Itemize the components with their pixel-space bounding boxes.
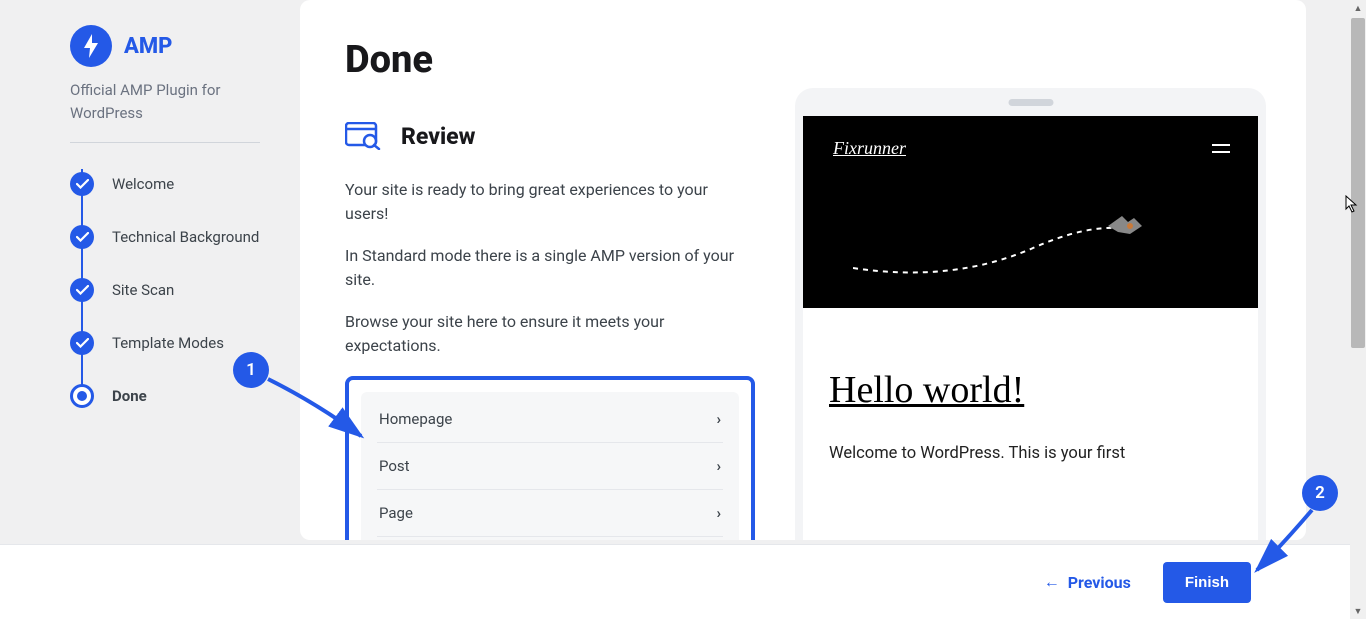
wizard-footer: ← Previous Finish: [0, 544, 1366, 619]
annotation-highlight-box-1: Homepage › Post › Page › Category ›: [345, 376, 755, 540]
chevron-right-icon: ›: [716, 457, 721, 475]
wizard-sidebar: AMP Official AMP Plugin for WordPress We…: [20, 0, 260, 619]
previous-label: Previous: [1068, 573, 1131, 592]
preview-post-body: Hello world! Welcome to WordPress. This …: [803, 308, 1258, 467]
check-icon: [70, 225, 94, 249]
check-icon: [70, 172, 94, 196]
browse-item-homepage[interactable]: Homepage ›: [377, 396, 723, 443]
step-done[interactable]: Done: [70, 369, 260, 422]
review-text-2: In Standard mode there is a single AMP v…: [345, 244, 755, 292]
review-column: Done Review Your site is ready to bring …: [345, 38, 755, 540]
preview-post-excerpt: Welcome to WordPress. This is your first: [829, 442, 1232, 467]
browse-item-category[interactable]: Category ›: [377, 537, 723, 540]
preview-site-header: Fixrunner: [803, 116, 1258, 308]
browse-item-page[interactable]: Page ›: [377, 490, 723, 537]
review-text-3: Browse your site here to ensure it meets…: [345, 310, 755, 358]
step-label: Done: [112, 387, 147, 405]
browse-list: Homepage › Post › Page › Category ›: [361, 392, 739, 540]
scroll-down-arrow-icon[interactable]: ▼: [1350, 603, 1366, 619]
browse-item-label: Homepage: [379, 410, 452, 428]
page-title: Done: [345, 38, 755, 82]
step-label: Technical Background: [112, 228, 259, 246]
page-scrollbar-track[interactable]: ▲ ▼: [1350, 0, 1366, 619]
wizard-steps: Welcome Technical Background Site Scan T…: [70, 157, 260, 422]
page-scrollbar-thumb[interactable]: [1351, 18, 1365, 348]
step-label: Site Scan: [112, 281, 174, 299]
review-text-1: Your site is ready to bring great experi…: [345, 178, 755, 226]
finish-button[interactable]: Finish: [1163, 562, 1251, 603]
scroll-up-arrow-icon[interactable]: ▲: [1350, 0, 1366, 16]
step-label: Template Modes: [112, 334, 224, 352]
bird-trail-illustration: [853, 208, 1153, 288]
browse-item-label: Page: [379, 504, 413, 522]
step-template-modes[interactable]: Template Modes: [70, 316, 260, 369]
browse-item-label: Post: [379, 457, 410, 475]
hamburger-menu-icon[interactable]: [1212, 144, 1230, 158]
amp-title: AMP: [124, 34, 172, 59]
arrow-left-icon: ←: [1044, 572, 1060, 592]
step-site-scan[interactable]: Site Scan: [70, 263, 260, 316]
browse-item-post[interactable]: Post ›: [377, 443, 723, 490]
review-heading: Review: [401, 123, 475, 150]
main-panel: Done Review Your site is ready to bring …: [300, 0, 1306, 540]
step-technical-background[interactable]: Technical Background: [70, 210, 260, 263]
amp-lightning-icon: [70, 25, 112, 67]
check-icon: [70, 331, 94, 355]
previous-button[interactable]: ← Previous: [1044, 572, 1131, 592]
mouse-cursor-icon: [1345, 195, 1359, 217]
step-label: Welcome: [112, 175, 174, 193]
step-welcome[interactable]: Welcome: [70, 157, 260, 210]
annotation-bubble-2: 2: [1302, 475, 1338, 511]
annotation-bubble-1: 1: [233, 352, 269, 388]
check-icon: [70, 278, 94, 302]
chevron-right-icon: ›: [716, 410, 721, 428]
current-step-icon: [70, 384, 94, 408]
amp-logo-row: AMP: [70, 25, 260, 67]
mobile-preview-frame: Fixrunner Hello world! Welcome to WordPr…: [795, 88, 1266, 540]
preview-content[interactable]: Fixrunner Hello world! Welcome to WordPr…: [803, 116, 1258, 540]
chevron-right-icon: ›: [716, 504, 721, 522]
preview-site-name[interactable]: Fixrunner: [833, 138, 906, 158]
amp-subtitle: Official AMP Plugin for WordPress: [70, 79, 260, 143]
preview-post-title[interactable]: Hello world!: [829, 368, 1232, 412]
device-notch: [1008, 99, 1053, 106]
review-icon: [345, 122, 381, 150]
